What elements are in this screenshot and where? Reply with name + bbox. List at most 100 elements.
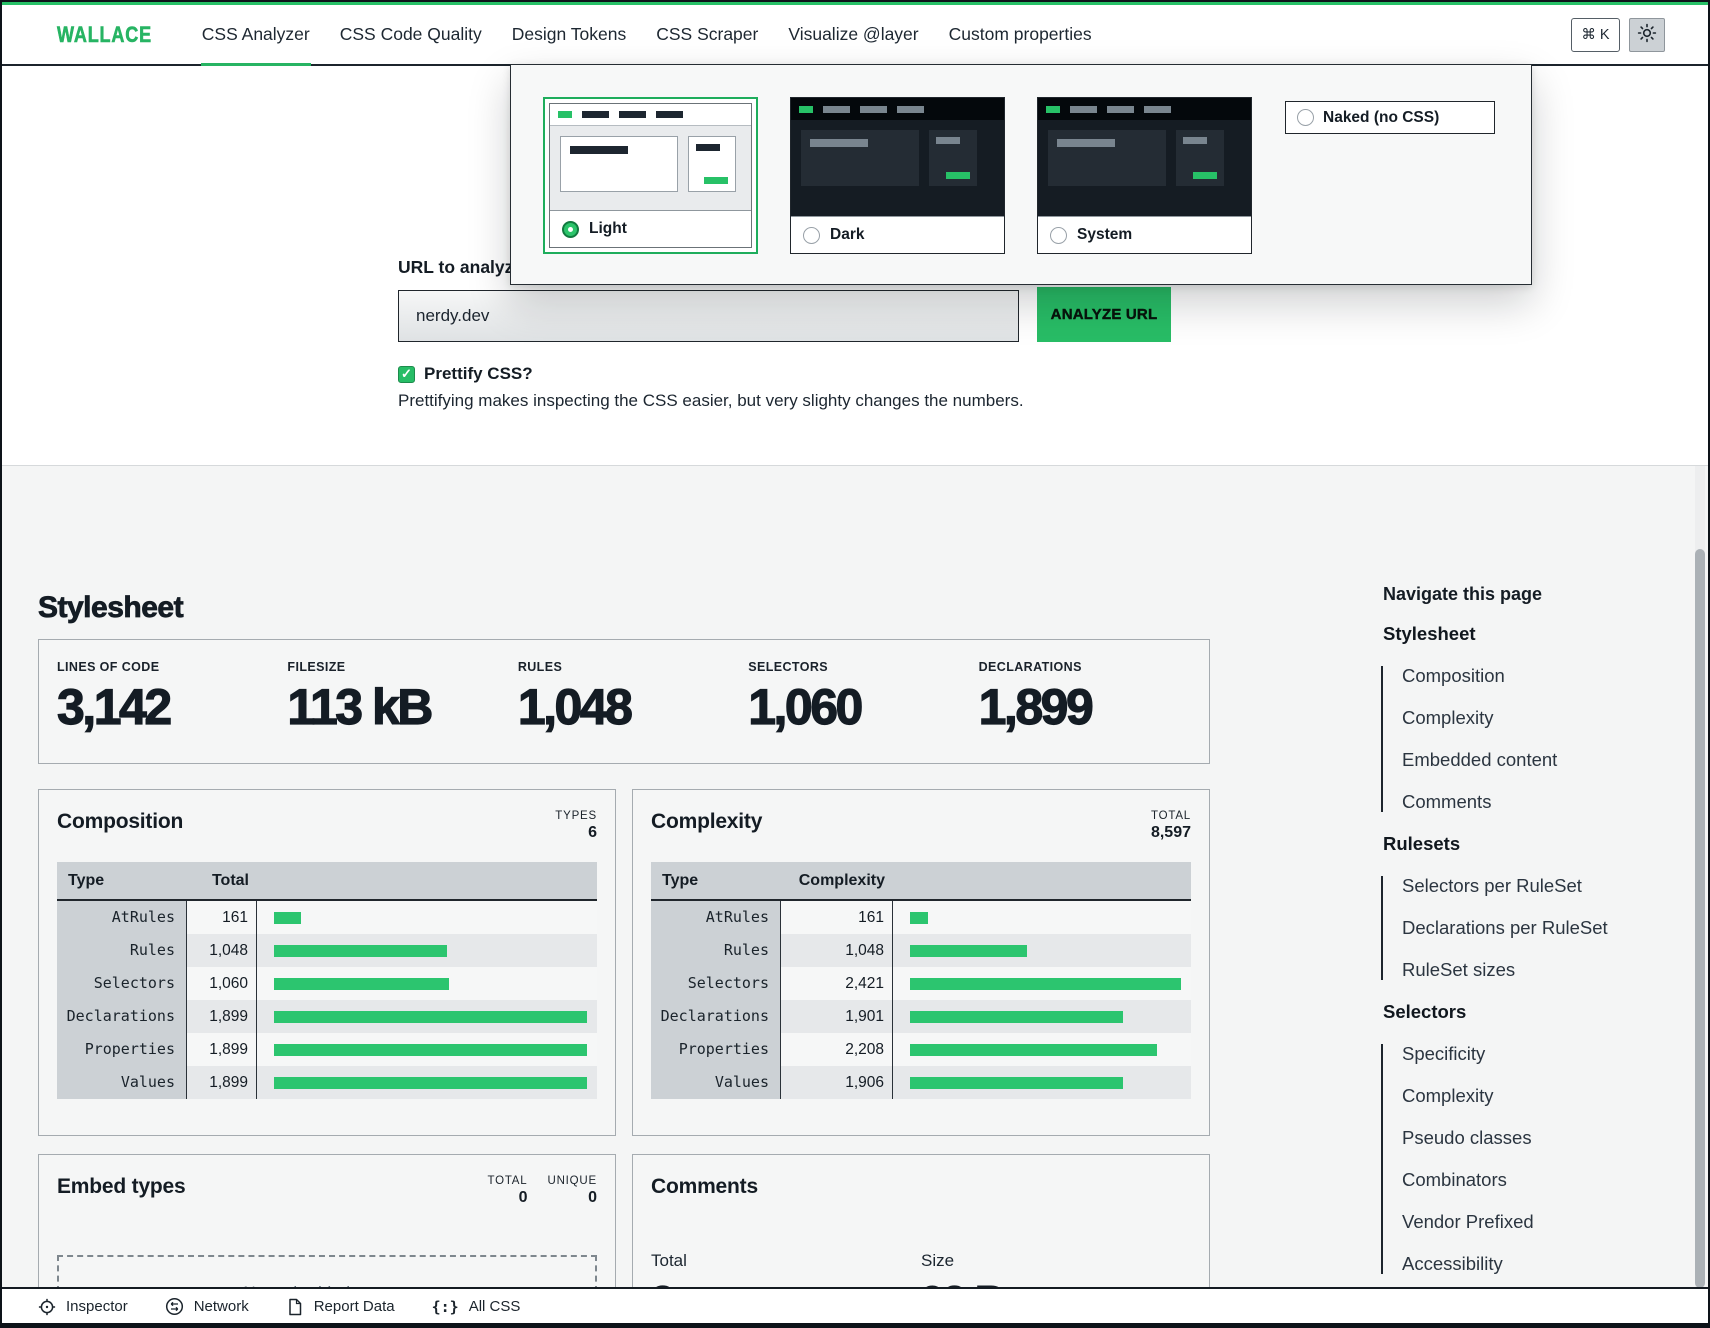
stat-value: 1,899 xyxy=(979,682,1209,732)
row-value: 1,048 xyxy=(187,934,257,967)
column-header-total: Total xyxy=(187,862,257,899)
table-row: Properties 2,208 xyxy=(651,1033,1191,1066)
stat-label: FILESIZE xyxy=(287,660,517,674)
nav-item-vendor-prefixed[interactable]: Vendor Prefixed xyxy=(1402,1212,1681,1232)
document-icon xyxy=(286,1298,304,1316)
thumb-button-bar xyxy=(946,172,970,179)
thumb-text-bar xyxy=(936,137,960,144)
page-nav-title: Navigate this page xyxy=(1381,584,1681,604)
thumb-side-box xyxy=(688,136,736,192)
complexity-meta: TOTAL 8,597 xyxy=(1151,810,1191,854)
naked-radio[interactable] xyxy=(1297,109,1314,126)
system-theme-thumbnail xyxy=(1038,98,1251,216)
thumb-navbar xyxy=(791,98,1004,120)
row-value: 1,901 xyxy=(781,1000,893,1033)
row-type: Selectors xyxy=(57,967,187,1000)
theme-option-dark[interactable]: Dark xyxy=(790,97,1005,254)
stat-value: 93 B xyxy=(921,1277,1191,1287)
theme-option-naked[interactable]: Naked (no CSS) xyxy=(1285,101,1495,134)
nav-item-combinators[interactable]: Combinators xyxy=(1402,1170,1681,1190)
embed-total: TOTAL 0 xyxy=(487,1175,527,1219)
value-bar xyxy=(274,1011,587,1023)
theme-option-light[interactable]: Light xyxy=(543,97,758,254)
stat-label: LINES OF CODE xyxy=(57,660,287,674)
nav-item-embedded-content[interactable]: Embedded content xyxy=(1402,750,1681,770)
nav-item-ruleset-sizes[interactable]: RuleSet sizes xyxy=(1402,960,1681,980)
scrollbar-thumb[interactable] xyxy=(1695,549,1705,1287)
row-bar-cell xyxy=(893,1000,1191,1033)
column-header-complexity: Complexity xyxy=(781,862,893,899)
analyze-url-button[interactable]: ANALYZE URL xyxy=(1037,287,1171,342)
stat-label: Size xyxy=(921,1251,1191,1271)
stat-selectors: SELECTORS 1,060 xyxy=(748,660,978,763)
nav-heading-stylesheet[interactable]: Stylesheet xyxy=(1381,624,1681,644)
nav-item-selector-complexity[interactable]: Complexity xyxy=(1402,1086,1681,1106)
system-radio[interactable] xyxy=(1050,227,1067,244)
prettify-checkbox[interactable] xyxy=(398,366,415,383)
bottom-toolbar: Inspector Network Report Data {:} xyxy=(2,1287,1708,1324)
row-value: 161 xyxy=(187,901,257,934)
table-header-row: Type Total xyxy=(57,862,597,901)
thumb-content xyxy=(1038,120,1251,216)
all-css-tool[interactable]: {:} All CSS xyxy=(432,1298,521,1316)
column-header-bar xyxy=(893,862,1191,899)
page-title: Stylesheet xyxy=(38,591,183,625)
row-type: Rules xyxy=(651,934,781,967)
network-tool[interactable]: Network xyxy=(165,1297,249,1316)
nav-item-declarations-per-ruleset[interactable]: Declarations per RuleSet xyxy=(1402,918,1681,938)
nav-item-complexity[interactable]: Complexity xyxy=(1402,708,1681,728)
theme-toggle-button[interactable] xyxy=(1629,18,1665,52)
theme-option-system[interactable]: System xyxy=(1037,97,1252,254)
inspector-tool[interactable]: Inspector xyxy=(38,1298,128,1316)
tab-css-scraper[interactable]: CSS Scraper xyxy=(641,5,773,64)
row-type: Properties xyxy=(57,1033,187,1066)
tab-css-analyzer[interactable]: CSS Analyzer xyxy=(187,5,325,64)
meta-value: 0 xyxy=(547,1189,597,1207)
nav-tabs: CSS Analyzer CSS Code Quality Design Tok… xyxy=(187,5,1107,64)
nav-item-specificity[interactable]: Specificity xyxy=(1402,1044,1681,1064)
url-input[interactable] xyxy=(398,290,1019,342)
nav-item-comments[interactable]: Comments xyxy=(1402,792,1681,812)
thumb-content xyxy=(550,126,751,210)
nav-item-accessibility[interactable]: Accessibility xyxy=(1402,1254,1681,1274)
value-bar xyxy=(910,1077,1123,1089)
command-palette-button[interactable]: ⌘ K xyxy=(1571,18,1620,52)
column-header-type: Type xyxy=(57,862,187,899)
row-bar-cell xyxy=(257,1000,597,1033)
row-type: Values xyxy=(651,1066,781,1099)
nav-item-composition[interactable]: Composition xyxy=(1402,666,1681,686)
wallace-logo[interactable]: WALLACE xyxy=(57,22,152,48)
report-data-tool[interactable]: Report Data xyxy=(286,1298,395,1316)
crosshair-icon xyxy=(38,1298,56,1316)
row-value: 1,899 xyxy=(187,1000,257,1033)
thumb-logo-chip xyxy=(558,111,572,118)
nav-heading-rulesets[interactable]: Rulesets xyxy=(1381,834,1681,854)
row-value: 1,048 xyxy=(781,934,893,967)
meta-value: 8,597 xyxy=(1151,824,1191,842)
stat-label: SELECTORS xyxy=(748,660,978,674)
nav-item-pseudo-classes[interactable]: Pseudo classes xyxy=(1402,1128,1681,1148)
row-value: 2,421 xyxy=(781,967,893,1000)
stat-value: 1,048 xyxy=(518,682,748,732)
stat-label: RULES xyxy=(518,660,748,674)
value-bar xyxy=(274,1077,587,1089)
thumb-content xyxy=(791,120,1004,216)
tab-css-code-quality[interactable]: CSS Code Quality xyxy=(325,5,497,64)
dark-radio[interactable] xyxy=(803,227,820,244)
table-row: Values 1,899 xyxy=(57,1066,597,1099)
meta-value: 6 xyxy=(555,824,597,842)
thumb-text-bar xyxy=(570,146,628,154)
tab-design-tokens[interactable]: Design Tokens xyxy=(497,5,641,64)
tab-custom-properties[interactable]: Custom properties xyxy=(934,5,1107,64)
table-row: Selectors 1,060 xyxy=(57,967,597,1000)
nav-item-selectors-per-ruleset[interactable]: Selectors per RuleSet xyxy=(1402,876,1681,896)
row-type: AtRules xyxy=(57,901,187,934)
tab-visualize-layer[interactable]: Visualize @layer xyxy=(773,5,933,64)
stat-rules: RULES 1,048 xyxy=(518,660,748,763)
nav-heading-selectors[interactable]: Selectors xyxy=(1381,1002,1681,1022)
card-title: Composition xyxy=(57,810,183,854)
light-radio[interactable] xyxy=(562,221,579,238)
value-bar xyxy=(910,978,1181,990)
theme-option-footer: Dark xyxy=(791,216,1004,253)
table-row: Rules 1,048 xyxy=(57,934,597,967)
